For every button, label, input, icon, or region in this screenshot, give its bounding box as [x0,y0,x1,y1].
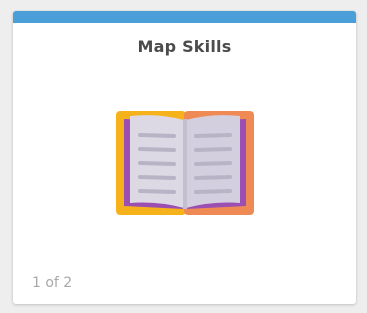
background: Map Skills 1 of 2 [0,0,367,313]
card-title: Map Skills [137,37,232,56]
book-spine-shadow [183,119,187,209]
page-counter: 1 of 2 [32,275,73,291]
card-accent-bar [13,11,356,23]
map-skills-card[interactable]: Map Skills 1 of 2 [13,11,356,304]
open-book-icon [116,111,254,215]
